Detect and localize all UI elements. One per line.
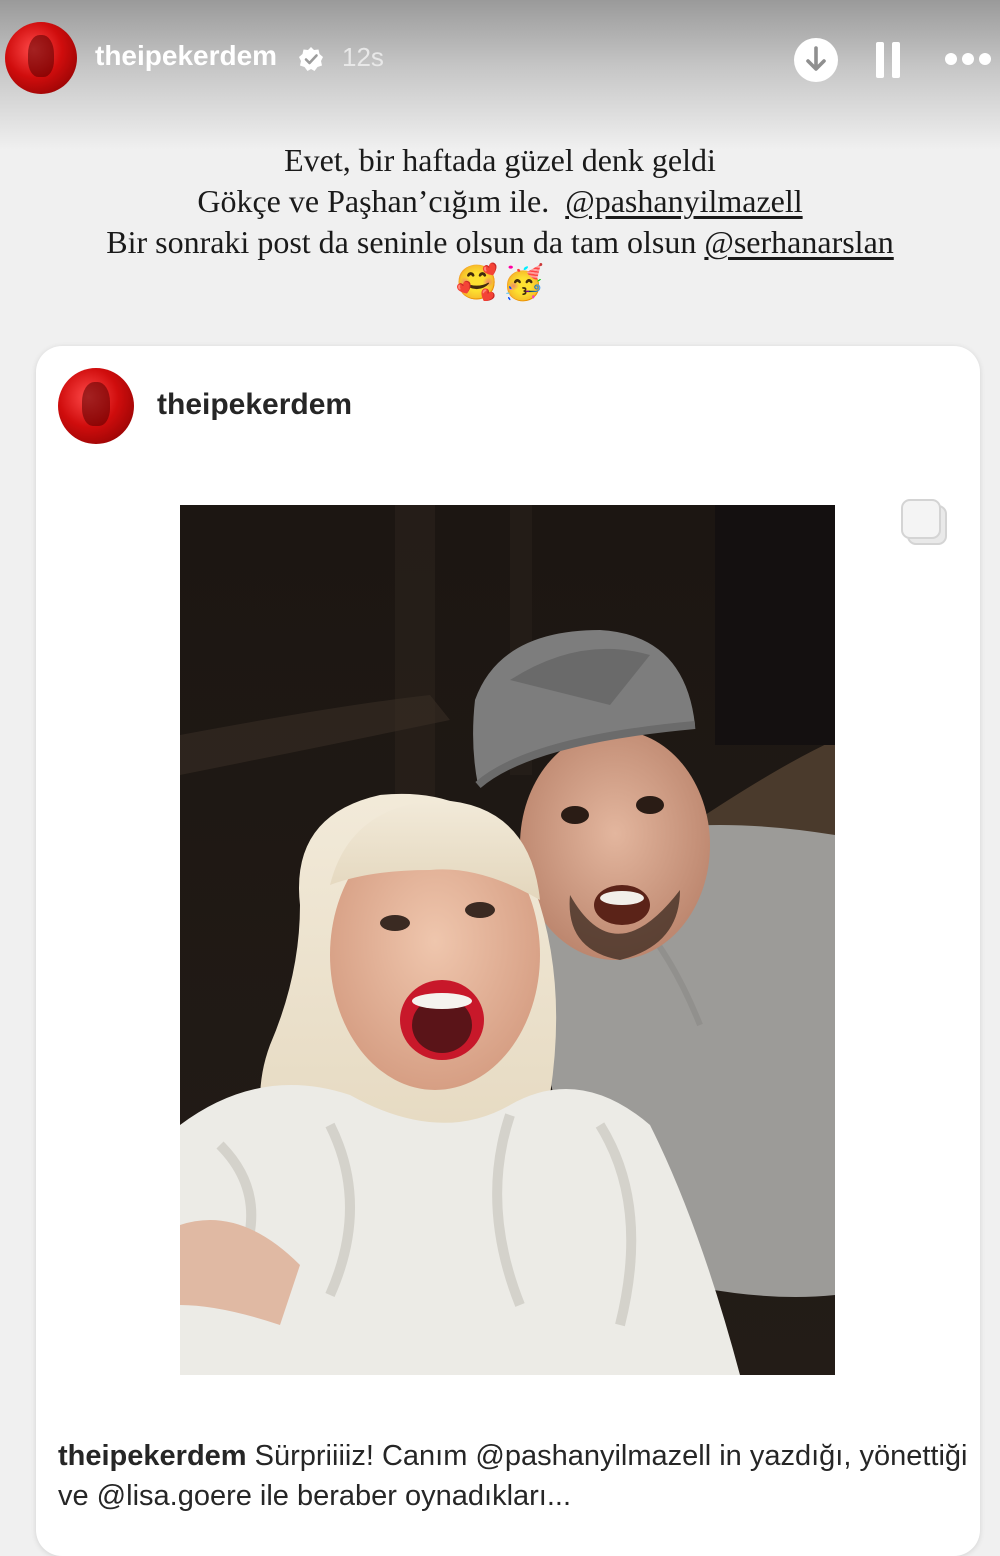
selfie-photo-illustration: [180, 505, 835, 1375]
mention-pashanyilmazell[interactable]: @pashanyilmazell: [565, 183, 802, 219]
story-header: theipekerdem 12s: [0, 0, 1000, 120]
caption-line-2-text: Gökçe ve Paşhan’cığım ile.: [197, 183, 550, 219]
pause-icon[interactable]: [874, 42, 902, 78]
party-face-emoji: 🥳: [502, 265, 545, 302]
story-avatar[interactable]: [5, 22, 77, 94]
post-photo[interactable]: [180, 505, 835, 1375]
mention-serhanarslan[interactable]: @serhanarslan: [704, 224, 893, 260]
caption-line-3-text: Bir sonraki post da seninle olsun da tam…: [106, 224, 697, 260]
caption-line-2: Gökçe ve Paşhan’cığım ile. @pashanyilmaz…: [0, 181, 1000, 222]
download-icon[interactable]: [793, 37, 839, 83]
post-username[interactable]: theipekerdem: [157, 388, 352, 422]
post-avatar[interactable]: [58, 368, 134, 444]
caption-line-1: Evet, bir haftada güzel denk geldi: [284, 142, 716, 178]
story-username[interactable]: theipekerdem: [95, 40, 277, 72]
caption-emoji-row: 🥰 🥳: [0, 263, 1000, 304]
post-caption-username[interactable]: theipekerdem: [58, 1440, 247, 1472]
story-caption: Evet, bir haftada güzel denk geldi Gökçe…: [0, 140, 1000, 304]
smiling-hearts-emoji: 🥰: [455, 265, 498, 302]
verified-badge-icon: [299, 47, 323, 71]
story-timestamp: 12s: [342, 42, 384, 72]
carousel-multiple-icon: [901, 499, 947, 545]
caption-line-3: Bir sonraki post da seninle olsun da tam…: [0, 222, 1000, 263]
post-caption: theipekerdem Sürpriiiiz! Canım @pashanyi…: [58, 1436, 968, 1516]
more-icon[interactable]: [944, 50, 992, 68]
